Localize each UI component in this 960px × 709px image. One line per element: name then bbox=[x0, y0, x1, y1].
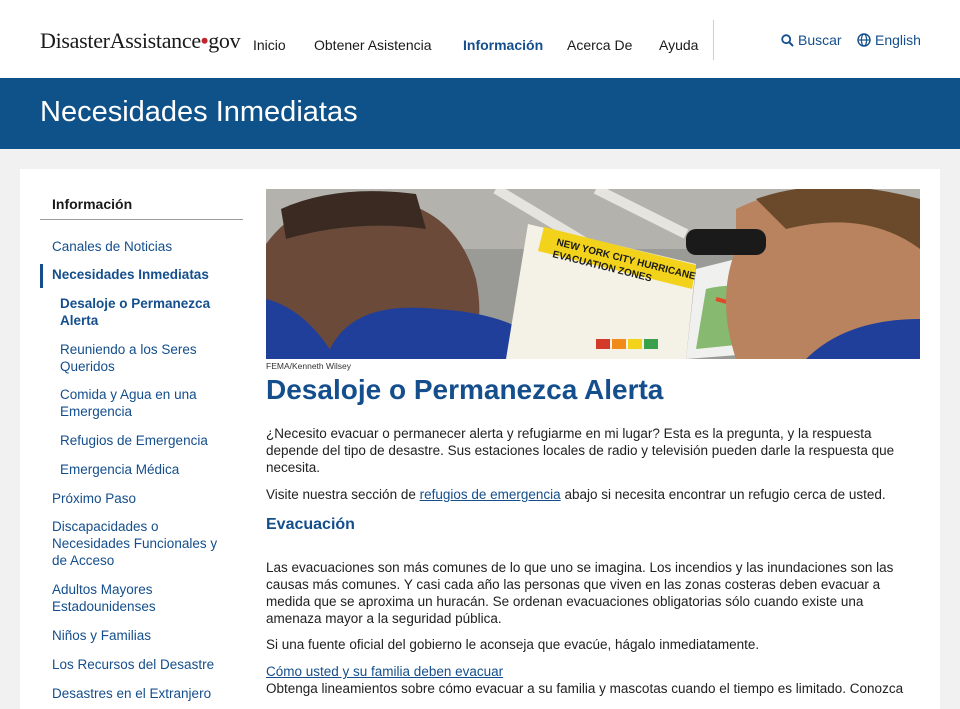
globe-icon bbox=[857, 33, 871, 47]
search-icon bbox=[781, 34, 794, 47]
sidebar-item-desastres-extranjero[interactable]: Desastres en el Extranjero bbox=[52, 685, 242, 702]
nav-ayuda[interactable]: Ayuda bbox=[659, 37, 698, 53]
sidebar-item-recursos-del-desastre[interactable]: Los Recursos del Desastre bbox=[52, 656, 242, 673]
visit-suffix: abajo si necesita encontrar un refugio c… bbox=[560, 487, 886, 502]
emergency-shelters-link[interactable]: refugios de emergencia bbox=[420, 487, 561, 502]
site-logo[interactable]: DisasterAssistance•gov bbox=[40, 28, 241, 54]
sidebar-item-proximo-paso[interactable]: Próximo Paso bbox=[52, 490, 232, 507]
language-toggle[interactable]: English bbox=[857, 32, 921, 48]
sidebar-item-reuniendo[interactable]: Reuniendo a los Seres Queridos bbox=[60, 341, 220, 375]
visit-prefix: Visite nuestra sección de bbox=[266, 487, 420, 502]
sidebar-item-discapacidades[interactable]: Discapacidades o Necesidades Funcionales… bbox=[52, 518, 227, 569]
logo-word-disaster: Disaster bbox=[40, 28, 110, 53]
page-title: Necesidades Inmediatas bbox=[40, 96, 358, 128]
nav-divider bbox=[713, 20, 714, 60]
hero-image: NEW YORK CITY HURRICANE EVACUATION ZONES bbox=[266, 189, 920, 359]
sidebar-item-emergencia-medica[interactable]: Emergencia Médica bbox=[60, 461, 230, 478]
sidebar-active-indicator bbox=[40, 264, 43, 288]
intro-paragraph: ¿Necesito evacuar o permanecer alerta y … bbox=[266, 426, 895, 475]
sidebar-divider bbox=[40, 219, 243, 220]
article-title: Desaloje o Permanezca Alerta bbox=[266, 374, 664, 405]
search-label: Buscar bbox=[798, 32, 842, 48]
site-header: DisasterAssistance•gov Inicio Obtener As… bbox=[0, 0, 960, 78]
sidebar-item-necesidades-inmediatas[interactable]: Necesidades Inmediatas bbox=[52, 266, 232, 283]
logo-word-assistance: Assistance bbox=[109, 28, 201, 53]
nav-acerca-de[interactable]: Acerca De bbox=[567, 37, 632, 53]
nav-informacion[interactable]: Información bbox=[463, 37, 543, 53]
nav-inicio[interactable]: Inicio bbox=[253, 37, 286, 53]
nav-obtener-asistencia[interactable]: Obtener Asistencia bbox=[314, 37, 432, 53]
sidebar-item-ninos-y-familias[interactable]: Niños y Familias bbox=[52, 627, 232, 644]
sidebar-item-comida-y-agua[interactable]: Comida y Agua en una Emergencia bbox=[60, 386, 220, 420]
language-label: English bbox=[875, 32, 921, 48]
family-evacuation-link[interactable]: Cómo usted y su familia deben evacuar bbox=[266, 664, 503, 679]
evacuation-heading: Evacuación bbox=[266, 516, 355, 533]
sidebar-item-refugios[interactable]: Refugios de Emergencia bbox=[60, 432, 230, 449]
logo-word-gov: gov bbox=[208, 28, 241, 53]
family-evacuation-paragraph: Obtenga lineamientos sobre cómo evacuar … bbox=[266, 681, 904, 696]
sidebar-item-desaloje[interactable]: Desaloje o Permanezca Alerta bbox=[60, 295, 230, 329]
sidebar-item-canales-de-noticias[interactable]: Canales de Noticias bbox=[52, 238, 232, 255]
official-advice-paragraph: Si una fuente oficial del gobierno le ac… bbox=[266, 637, 760, 652]
visit-paragraph: Visite nuestra sección de refugios de em… bbox=[266, 486, 916, 503]
page-banner: Necesidades Inmediatas bbox=[0, 78, 960, 149]
search-button[interactable]: Buscar bbox=[781, 32, 842, 48]
sidebar-heading: Información bbox=[52, 196, 133, 212]
image-caption: FEMA/Kenneth Wilsey bbox=[266, 361, 352, 371]
hero-illustration: NEW YORK CITY HURRICANE EVACUATION ZONES bbox=[266, 189, 920, 359]
sidebar-item-adultos-mayores[interactable]: Adultos Mayores Estadounidenses bbox=[52, 581, 192, 615]
family-evacuation-block: Cómo usted y su familia deben evacuar bbox=[266, 663, 916, 680]
evacuation-paragraph: Las evacuaciones son más comunes de lo q… bbox=[266, 560, 894, 626]
